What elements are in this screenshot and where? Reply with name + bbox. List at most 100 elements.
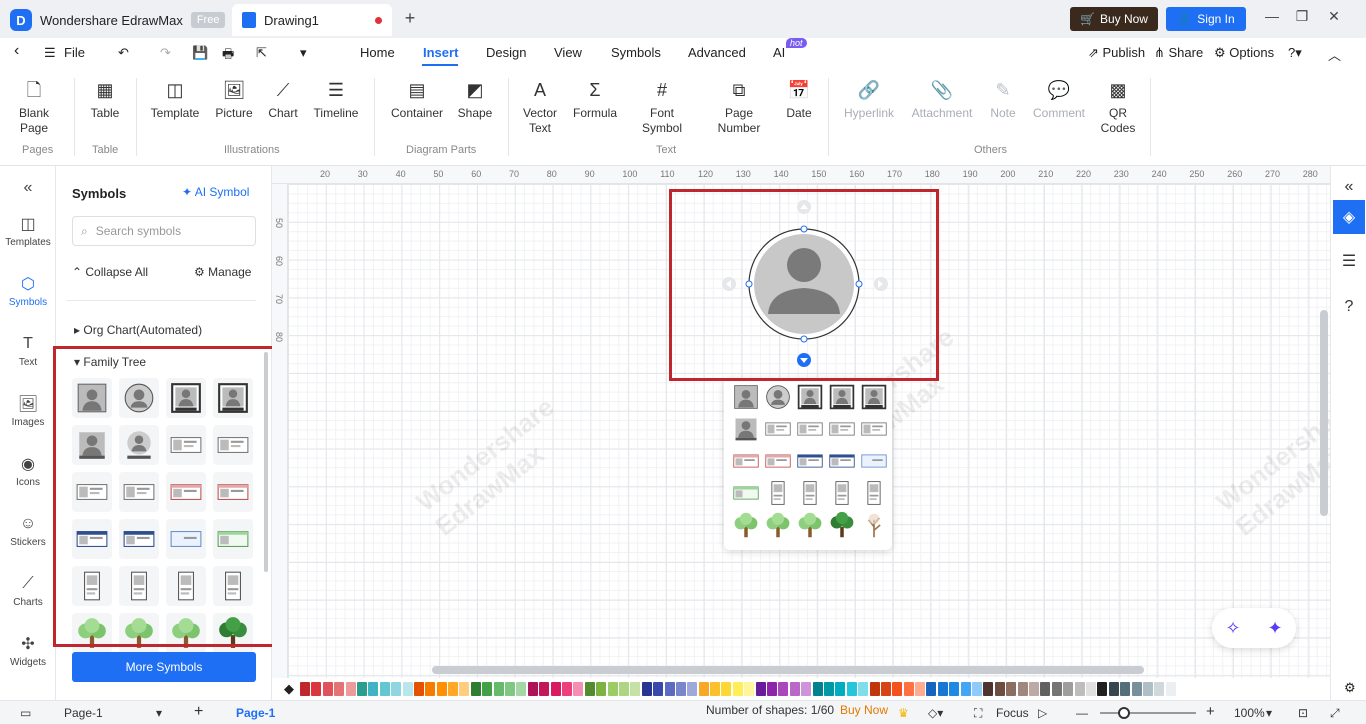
color-swatch[interactable]: [1154, 682, 1165, 696]
color-swatch[interactable]: [664, 682, 675, 696]
fit-page-icon[interactable]: ⊡: [1298, 706, 1308, 720]
color-swatch[interactable]: [1051, 682, 1062, 696]
color-swatch[interactable]: [698, 682, 709, 696]
color-swatch[interactable]: [425, 682, 436, 696]
color-swatch[interactable]: [482, 682, 493, 696]
quick-symbol-item[interactable]: [796, 448, 824, 474]
color-swatch[interactable]: [1017, 682, 1028, 696]
template-button[interactable]: ◫ Template: [148, 78, 202, 121]
color-swatch[interactable]: [710, 682, 721, 696]
quick-symbol-item[interactable]: [860, 448, 888, 474]
undo-icon[interactable]: ↶: [118, 45, 129, 61]
color-swatch[interactable]: [1165, 682, 1176, 696]
collapse-panel-button[interactable]: «: [0, 178, 56, 201]
page-number-button[interactable]: ⧉ Page Number: [712, 78, 766, 136]
focus-label[interactable]: Focus: [996, 706, 1029, 720]
tab-ai[interactable]: AI: [773, 45, 785, 60]
color-swatch[interactable]: [926, 682, 937, 696]
status-buy-now-link[interactable]: Buy Now: [840, 703, 888, 717]
color-swatch[interactable]: [846, 682, 857, 696]
new-tab-button[interactable]: +: [400, 8, 420, 29]
quick-symbol-item[interactable]: [860, 384, 888, 410]
color-swatch[interactable]: [994, 682, 1005, 696]
color-swatch[interactable]: [413, 682, 424, 696]
search-input[interactable]: ⌕ Search symbols: [72, 216, 256, 246]
color-swatch[interactable]: [356, 682, 367, 696]
color-swatch[interactable]: [448, 682, 459, 696]
quick-symbol-item[interactable]: [764, 512, 792, 538]
color-swatch[interactable]: [459, 682, 470, 696]
quick-symbol-item[interactable]: [732, 480, 760, 506]
layers-icon[interactable]: ◇▾: [928, 706, 943, 720]
save-icon[interactable]: 💾: [192, 45, 208, 61]
export-icon[interactable]: ⇱: [256, 45, 267, 61]
quick-symbol-item[interactable]: [828, 480, 856, 506]
close-icon[interactable]: ✕: [1324, 8, 1344, 25]
formula-button[interactable]: Σ Formula: [570, 78, 620, 121]
color-swatch[interactable]: [778, 682, 789, 696]
color-swatch[interactable]: [880, 682, 891, 696]
hamburger-icon[interactable]: ☰: [44, 45, 56, 61]
quick-symbol-item[interactable]: [732, 416, 760, 442]
color-swatch[interactable]: [516, 682, 527, 696]
color-swatch[interactable]: [322, 682, 333, 696]
quick-symbol-item[interactable]: [732, 448, 760, 474]
color-swatch[interactable]: [960, 682, 971, 696]
color-swatch[interactable]: [527, 682, 538, 696]
color-swatch[interactable]: [1085, 682, 1096, 696]
quick-symbol-item[interactable]: [796, 512, 824, 538]
note-button[interactable]: ✎ Note: [984, 78, 1022, 121]
page-select[interactable]: Page-1: [64, 706, 103, 720]
color-swatch[interactable]: [402, 682, 413, 696]
customize-quick-access-icon[interactable]: ▾: [300, 45, 307, 61]
quick-symbol-item[interactable]: [860, 416, 888, 442]
print-icon[interactable]: 🖶: [222, 45, 234, 67]
quick-symbol-item[interactable]: [828, 511, 856, 538]
quick-symbol-item[interactable]: [764, 480, 792, 506]
color-swatch[interactable]: [470, 682, 481, 696]
quick-symbol-item[interactable]: [796, 384, 824, 410]
options-button[interactable]: ⚙ Options: [1214, 45, 1274, 61]
color-swatch[interactable]: [892, 682, 903, 696]
color-swatch[interactable]: [379, 682, 390, 696]
app-tab[interactable]: D Wondershare EdrawMax Free: [10, 6, 226, 34]
color-swatch[interactable]: [618, 682, 629, 696]
date-button[interactable]: 📅 Date: [780, 78, 818, 121]
quick-symbol-item[interactable]: [764, 448, 792, 474]
color-swatch[interactable]: [812, 682, 823, 696]
rail-item-charts[interactable]: ⟋ Charts: [0, 574, 56, 608]
color-swatch[interactable]: [596, 682, 607, 696]
fill-style-icon[interactable]: ◈: [1333, 200, 1365, 234]
color-swatch[interactable]: [687, 682, 698, 696]
color-swatch[interactable]: [550, 682, 561, 696]
help-icon[interactable]: ?▾: [1288, 45, 1302, 61]
attachment-button[interactable]: 📎 Attachment: [908, 78, 976, 121]
color-swatch[interactable]: [789, 682, 800, 696]
add-page-icon[interactable]: +: [194, 703, 203, 721]
color-swatch[interactable]: [561, 682, 572, 696]
tab-insert[interactable]: Insert: [423, 45, 458, 60]
zoom-level[interactable]: 100%: [1234, 706, 1265, 720]
file-menu[interactable]: File: [64, 45, 85, 60]
picture-button[interactable]: 🖼 Picture: [212, 78, 256, 121]
color-swatch[interactable]: [630, 682, 641, 696]
color-swatch[interactable]: [1120, 682, 1131, 696]
color-swatch[interactable]: [505, 682, 516, 696]
color-swatch[interactable]: [539, 682, 550, 696]
rail-item-images[interactable]: 🖼 Images: [0, 394, 56, 428]
color-swatch[interactable]: [300, 682, 310, 696]
container-button[interactable]: ▤ Container: [388, 78, 446, 121]
help-icon[interactable]: ?: [1333, 290, 1365, 324]
tab-view[interactable]: View: [554, 45, 582, 60]
rail-item-text[interactable]: T Text: [0, 334, 56, 368]
color-swatch[interactable]: [767, 682, 778, 696]
zoom-in-icon[interactable]: +: [1206, 703, 1215, 720]
play-icon[interactable]: ▷: [1038, 706, 1047, 720]
minimize-icon[interactable]: —: [1262, 8, 1282, 24]
quick-symbol-item[interactable]: [764, 416, 792, 442]
color-swatch[interactable]: [869, 682, 880, 696]
color-swatch[interactable]: [607, 682, 618, 696]
rail-item-stickers[interactable]: ☺ Stickers: [0, 514, 56, 548]
share-button[interactable]: ⋔ Share: [1154, 45, 1203, 61]
color-swatch[interactable]: [1131, 682, 1142, 696]
